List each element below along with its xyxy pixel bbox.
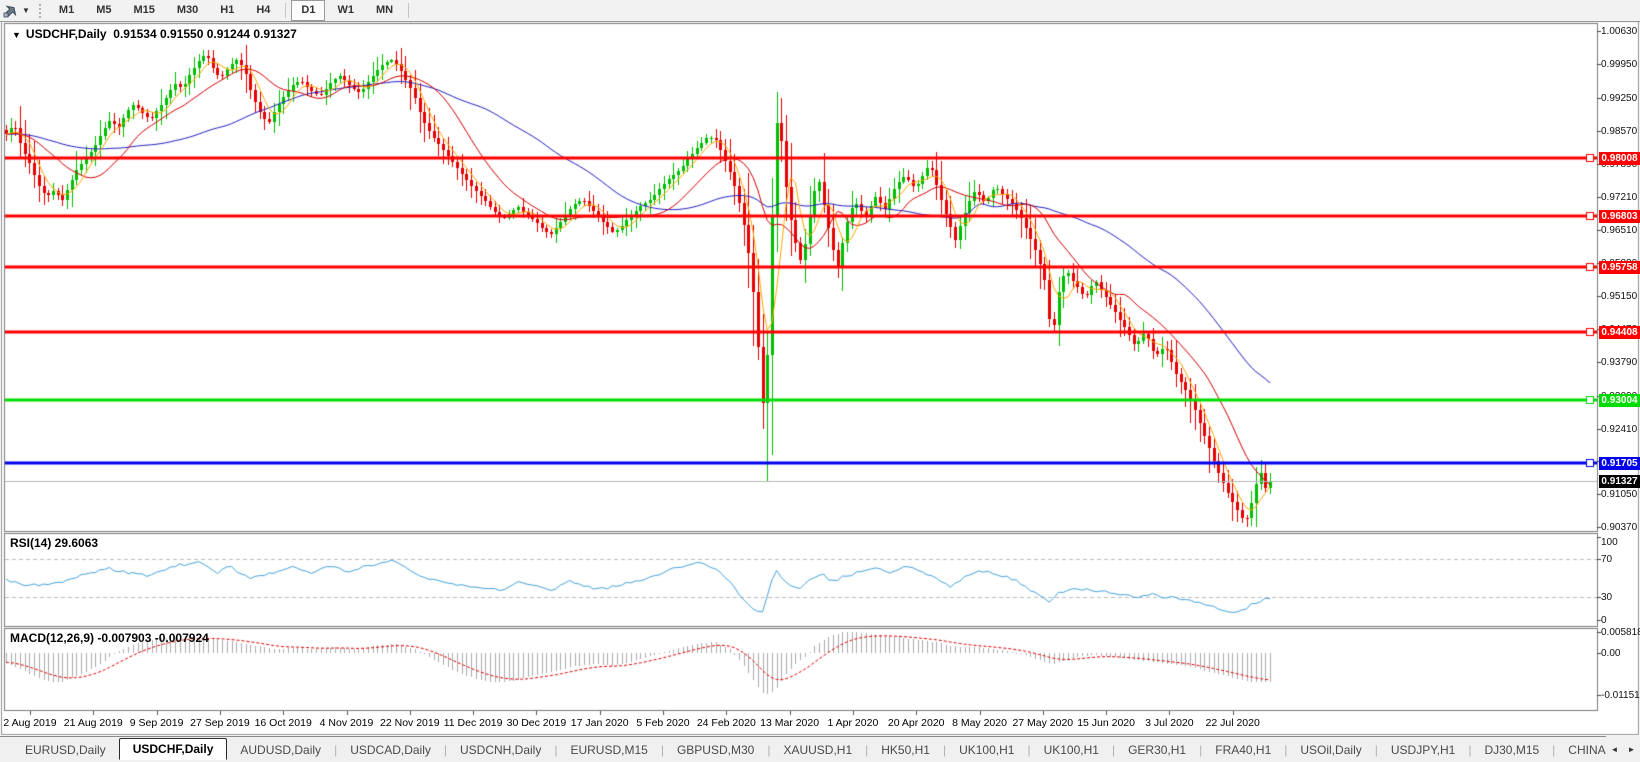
timeframe-button-mn[interactable]: MN: [366, 0, 403, 21]
timeframe-button-d1[interactable]: D1: [291, 0, 326, 21]
tab-eurusd-daily[interactable]: EURUSD,Daily: [12, 740, 119, 760]
macd-indicator-label: MACD(12,26,9) -0.007903 -0.007924: [10, 631, 209, 645]
toolbar-separator: [408, 3, 410, 18]
toolbar-grip: [38, 3, 41, 18]
tab-xauusd-h1[interactable]: XAUUSD,H1: [770, 740, 865, 760]
chart-symbol-label: USDCHF,Daily: [25, 27, 107, 41]
tab-scroll-arrows: ◄ ►: [1606, 736, 1640, 762]
chart-ohlc-values: 0.91534 0.91550 0.91244 0.91327: [113, 27, 297, 41]
tab-usdjpy-h1[interactable]: USDJPY,H1: [1378, 740, 1468, 760]
timeframe-button-m30[interactable]: M30: [167, 0, 208, 21]
caret-down-icon: ▼: [22, 6, 30, 15]
timeframe-button-m15[interactable]: M15: [123, 0, 164, 21]
timeframe-button-w1[interactable]: W1: [327, 0, 364, 21]
tab-dj30-m15[interactable]: DJ30,M15: [1471, 740, 1552, 760]
top-toolbar: ▼ M1 M5 M15 M30 H1 H4 D1 W1 MN: [0, 0, 1640, 22]
chart-canvas[interactable]: [0, 0, 1640, 762]
tab-audusd-daily[interactable]: AUDUSD,Daily: [227, 740, 334, 760]
rsi-indicator-label: RSI(14) 29.6063: [10, 536, 99, 550]
tab-ger30-h1[interactable]: GER30,H1: [1115, 740, 1199, 760]
tab-eurusd-m15[interactable]: EURUSD,M15: [557, 740, 660, 760]
chart-tools-button[interactable]: ▼: [0, 3, 34, 18]
tab-usdcnh-daily[interactable]: USDCNH,Daily: [447, 740, 554, 760]
timeframe-button-h1[interactable]: H1: [210, 0, 244, 21]
tab-usoil-daily[interactable]: USOil,Daily: [1287, 740, 1374, 760]
chart-title: ▼ USDCHF,Daily 0.91534 0.91550 0.91244 0.…: [12, 27, 297, 41]
tab-hk50-h1[interactable]: HK50,H1: [868, 740, 943, 760]
timeframe-button-m5[interactable]: M5: [86, 0, 121, 21]
tab-scroll-left-button[interactable]: ◄: [1608, 743, 1622, 756]
tab-usdchf-daily[interactable]: USDCHF,Daily: [118, 737, 228, 760]
tab-uk100-h1[interactable]: UK100,H1: [1031, 740, 1112, 760]
symbol-dropdown-icon[interactable]: ▼: [12, 30, 21, 40]
chart-tab-bar: EURUSD,Daily USDCHF,Daily AUDUSD,Daily | USD…: [0, 736, 1640, 762]
timeframe-button-m1[interactable]: M1: [49, 0, 84, 21]
tab-uk100-h1[interactable]: UK100,H1: [946, 740, 1027, 760]
tab-fra40-h1[interactable]: FRA40,H1: [1202, 740, 1284, 760]
tab-scroll-right-button[interactable]: ►: [1625, 743, 1639, 756]
toolbar-separator: [285, 3, 287, 18]
chart-shift-icon: [3, 5, 17, 18]
timeframe-button-h4[interactable]: H4: [246, 0, 280, 21]
tab-usdcad-daily[interactable]: USDCAD,Daily: [337, 740, 444, 760]
tab-gbpusd-m30[interactable]: GBPUSD,M30: [664, 740, 767, 760]
timeframe-toolbar: M1 M5 M15 M30 H1 H4 D1 W1 MN: [48, 0, 413, 21]
